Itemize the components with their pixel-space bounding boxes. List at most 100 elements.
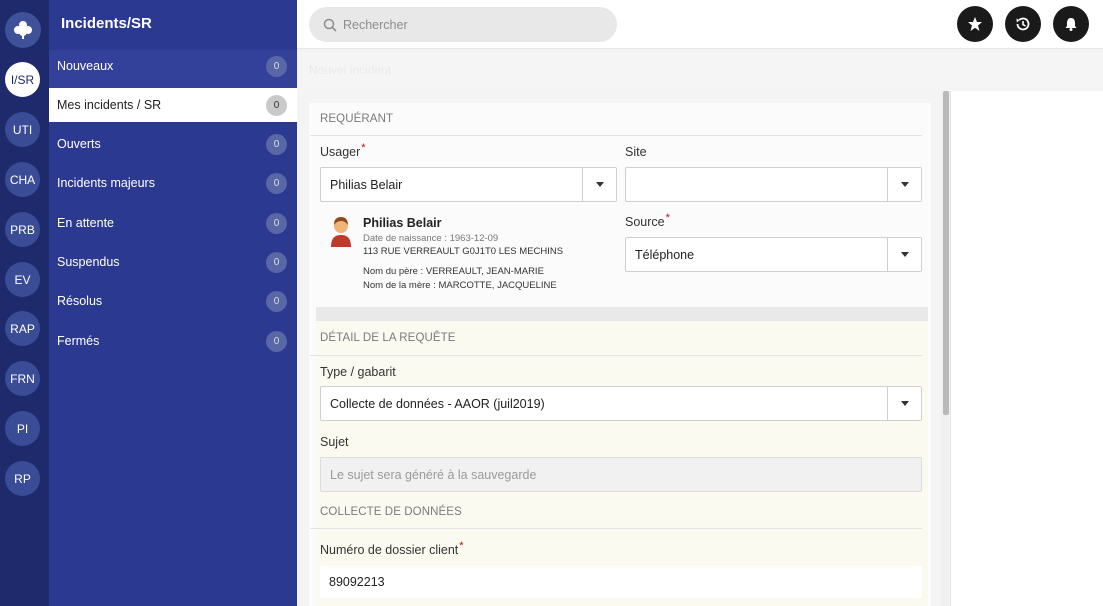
sidebar-title: Incidents/SR <box>61 15 152 32</box>
usager-label: Usager* <box>320 142 366 159</box>
dossier-value: 89092213 <box>329 575 385 589</box>
rail-item-pi[interactable]: PI <box>5 411 40 446</box>
person-mother: Nom de la mère : MARCOTTE, JACQUELINE <box>363 280 557 291</box>
rail-item-label: RAP <box>10 321 35 336</box>
source-label-text: Source <box>625 215 665 229</box>
usager-label-text: Usager <box>320 145 361 159</box>
divider <box>310 135 922 136</box>
site-select[interactable] <box>625 167 922 202</box>
sidebar-item-incidents-majeurs[interactable]: Incidents majeurs 0 <box>49 166 297 200</box>
sidebar-item-suspendus[interactable]: Suspendus 0 <box>49 245 297 279</box>
chevron-down-icon <box>900 182 909 187</box>
required-marker: * <box>459 540 464 552</box>
usager-value: Philias Belair <box>330 177 403 192</box>
sidebar-item-label: Résolus <box>57 294 103 308</box>
source-dropdown-button[interactable] <box>887 238 921 271</box>
section-title-requerant: REQUÉRANT <box>320 113 394 125</box>
type-value: Collecte de données - AAOR (juil2019) <box>330 396 545 411</box>
breadcrumb-band: Nouvel incident <box>297 50 1103 90</box>
rail-item-uti[interactable]: UTI <box>5 112 40 147</box>
rail-item-rp[interactable]: RP <box>5 461 40 496</box>
required-marker: * <box>665 212 670 224</box>
sidebar-item-en-attente[interactable]: En attente 0 <box>49 206 297 240</box>
sidebar-item-ouverts[interactable]: Ouverts 0 <box>49 127 297 161</box>
sujet-label: Sujet <box>320 435 349 449</box>
person-father: Nom du père : VERREAULT, JEAN-MARIE <box>363 266 544 277</box>
dossier-label-text: Numéro de dossier client <box>320 543 459 557</box>
bell-icon <box>1065 18 1077 31</box>
notifications-button[interactable] <box>1053 6 1089 42</box>
person-address: 113 RUE VERREAULT G0J1T0 LES MECHINS <box>363 246 564 257</box>
sujet-placeholder: Le sujet sera généré à la sauvegarde <box>330 467 537 482</box>
rail-item-label: UTI <box>12 122 33 137</box>
rail-item-label: FRN <box>10 371 35 386</box>
count-badge: 0 <box>266 173 287 194</box>
required-marker: * <box>361 142 366 154</box>
section-title-detail: DÉTAIL DE LA REQUÊTE <box>320 332 456 344</box>
site-label: Site <box>625 145 647 159</box>
rail-item-label: PI <box>16 421 29 436</box>
count-badge: 0 <box>266 213 287 234</box>
chevron-down-icon <box>595 182 604 187</box>
rail-item-label: CHA <box>9 172 36 187</box>
rail-item-rap[interactable]: RAP <box>5 311 40 346</box>
top-bar: Rechercher <box>297 0 1103 49</box>
person-name: Philias Belair <box>363 216 442 230</box>
side-panel <box>950 91 1103 606</box>
dossier-label: Numéro de dossier client* <box>320 540 464 557</box>
rail-item-isr[interactable]: I/SR <box>5 62 40 97</box>
rail-item-prb[interactable]: PRB <box>5 212 40 247</box>
search-input[interactable]: Rechercher <box>309 7 617 42</box>
usager-dropdown-button[interactable] <box>582 168 616 201</box>
sidebar: Incidents/SR Nouveaux 0 Mes incidents / … <box>49 0 297 606</box>
sidebar-item-label: Nouveaux <box>57 59 114 73</box>
breadcrumb: Nouvel incident <box>309 63 392 77</box>
sidebar-item-label: Incidents majeurs <box>57 176 155 190</box>
search-icon <box>323 18 337 32</box>
count-badge: 0 <box>266 291 287 312</box>
count-badge: 0 <box>266 95 287 116</box>
app-logo-icon[interactable] <box>5 12 41 48</box>
divider <box>310 528 922 529</box>
count-badge: 0 <box>266 252 287 273</box>
person-birthdate: Date de naissance : 1963-12-09 <box>363 233 499 244</box>
type-select[interactable]: Collecte de données - AAOR (juil2019) <box>320 386 922 421</box>
favorites-button[interactable] <box>957 6 993 42</box>
history-button[interactable] <box>1005 6 1041 42</box>
section-separator <box>316 307 928 321</box>
sidebar-item-label: Suspendus <box>57 255 120 269</box>
type-label: Type / gabarit <box>320 365 396 379</box>
sidebar-item-resolus[interactable]: Résolus 0 <box>49 284 297 318</box>
sidebar-item-label: Ouverts <box>57 137 101 151</box>
source-select[interactable]: Téléphone <box>625 237 922 272</box>
site-dropdown-button[interactable] <box>887 168 921 201</box>
sidebar-item-nouveaux[interactable]: Nouveaux 0 <box>49 49 297 83</box>
rail-item-label: PRB <box>10 222 35 237</box>
rail-item-label: I/SR <box>10 72 35 87</box>
rail-item-ev[interactable]: EV <box>5 262 40 297</box>
section-title-collecte: COLLECTE DE DONNÉES <box>320 506 462 518</box>
sidebar-item-label: En attente <box>57 216 114 230</box>
sidebar-item-label: Fermés <box>57 334 100 348</box>
search-placeholder: Rechercher <box>343 17 408 32</box>
history-icon <box>1016 17 1030 31</box>
type-dropdown-button[interactable] <box>887 387 921 420</box>
sidebar-item-mes-incidents[interactable]: Mes incidents / SR 0 <box>49 88 297 122</box>
source-value: Téléphone <box>635 247 695 262</box>
star-icon <box>968 17 982 31</box>
sidebar-item-fermes[interactable]: Fermés 0 <box>49 324 297 358</box>
rail-item-label: EV <box>14 272 31 287</box>
chevron-down-icon <box>900 252 909 257</box>
app-rail: I/SR UTI CHA PRB EV RAP FRN PI RP <box>0 0 49 606</box>
rail-item-cha[interactable]: CHA <box>5 162 40 197</box>
rail-item-frn[interactable]: FRN <box>5 361 40 396</box>
chevron-down-icon <box>900 401 909 406</box>
count-badge: 0 <box>266 56 287 77</box>
source-label: Source* <box>625 212 670 229</box>
scrollbar-thumb[interactable] <box>943 91 949 415</box>
count-badge: 0 <box>266 331 287 352</box>
usager-select[interactable]: Philias Belair <box>320 167 617 202</box>
divider <box>310 355 922 356</box>
dossier-input[interactable]: 89092213 <box>320 566 922 598</box>
person-avatar-icon <box>331 217 351 247</box>
